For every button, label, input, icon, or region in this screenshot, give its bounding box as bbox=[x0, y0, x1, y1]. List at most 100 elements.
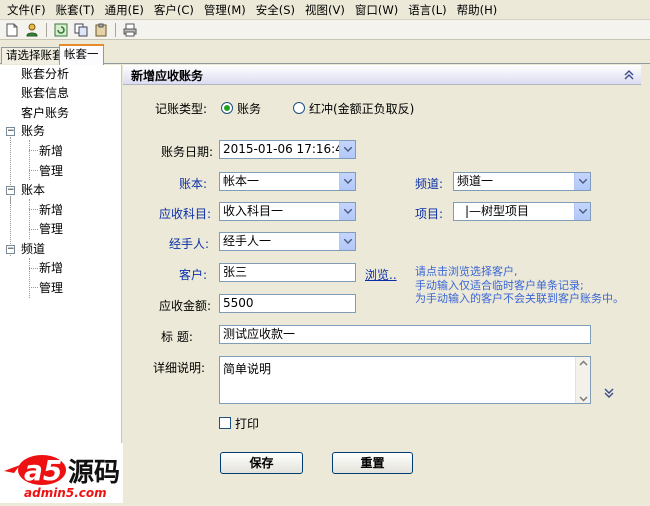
menu-manage[interactable]: 管理(M) bbox=[201, 2, 253, 18]
handler-select[interactable]: 经手人一 bbox=[219, 232, 356, 251]
customer-hint-1: 请点击浏览选择客户, bbox=[415, 265, 518, 278]
subject-value: 收入科目一 bbox=[223, 204, 284, 218]
browse-link[interactable]: 浏览.. bbox=[365, 266, 397, 283]
tab-bar: 请选择账套 帐套一 bbox=[0, 40, 650, 65]
tree-line bbox=[29, 229, 38, 230]
tree-item-accounts-manage[interactable]: 管理 bbox=[39, 162, 63, 180]
copy-icon[interactable] bbox=[73, 22, 89, 38]
tree-item-customer-accounts[interactable]: 客户账务 bbox=[21, 104, 69, 122]
dropdown-arrow-icon[interactable] bbox=[339, 233, 355, 250]
tree-item-account-analysis[interactable]: 账套分析 bbox=[21, 65, 69, 83]
project-value: |—树型项目 bbox=[465, 204, 530, 218]
svg-text:源码: 源码 bbox=[68, 458, 120, 488]
tree-line bbox=[29, 209, 38, 210]
tree-item-ledgers-new[interactable]: 新增 bbox=[39, 201, 63, 219]
print-label[interactable]: 打印 bbox=[235, 415, 259, 432]
menu-security[interactable]: 安全(S) bbox=[253, 2, 302, 18]
detail-label: 详细说明: bbox=[153, 361, 206, 375]
menu-customer[interactable]: 客户(C) bbox=[151, 2, 201, 18]
subject-label: 应收科目: bbox=[159, 207, 212, 221]
menu-file[interactable]: 文件(F) bbox=[4, 2, 53, 18]
menu-language[interactable]: 语言(L) bbox=[405, 2, 453, 18]
refresh-icon[interactable] bbox=[53, 22, 69, 38]
handler-label: 经手人: bbox=[169, 237, 210, 251]
collapse-icon[interactable]: − bbox=[6, 245, 15, 254]
dropdown-arrow-icon[interactable] bbox=[339, 141, 355, 158]
tree-item-account-info[interactable]: 账套信息 bbox=[21, 84, 69, 102]
book-value: 帐本一 bbox=[223, 174, 260, 188]
form-panel: 新增应收账务 记账类型: 账务 红冲(金额正负取反) 账务日期: 2015-01… bbox=[123, 65, 641, 503]
tree-item-accounts-new[interactable]: 新增 bbox=[39, 142, 63, 160]
subject-select[interactable]: 收入科目一 bbox=[219, 202, 356, 221]
expand-down-icon[interactable] bbox=[603, 387, 615, 399]
dropdown-arrow-icon[interactable] bbox=[574, 203, 590, 220]
detail-textarea[interactable]: 简单说明 bbox=[219, 356, 591, 404]
amount-input[interactable]: 5500 bbox=[219, 294, 356, 313]
textarea-scrollbar[interactable] bbox=[575, 357, 590, 403]
channel-value: 频道一 bbox=[457, 174, 494, 188]
tree-group-ledgers[interactable]: 账本 bbox=[21, 181, 45, 199]
dropdown-arrow-icon[interactable] bbox=[339, 173, 355, 190]
channel-label: 频道: bbox=[415, 177, 444, 191]
print-icon[interactable] bbox=[122, 22, 138, 38]
amount-label: 应收金额: bbox=[159, 299, 212, 313]
book-label: 账本: bbox=[179, 177, 208, 191]
customer-label: 客户: bbox=[179, 268, 208, 282]
paste-icon[interactable] bbox=[93, 22, 109, 38]
date-picker[interactable]: 2015-01-06 17:16:44 bbox=[219, 140, 356, 159]
menu-view[interactable]: 视图(V) bbox=[302, 2, 352, 18]
svg-text:a5: a5 bbox=[24, 454, 62, 487]
user-icon[interactable] bbox=[24, 22, 40, 38]
project-label: 项目: bbox=[415, 207, 444, 221]
project-select[interactable]: |—树型项目 bbox=[453, 202, 591, 221]
panel-header: 新增应收账务 bbox=[123, 65, 641, 85]
save-button[interactable]: 保存 bbox=[220, 452, 303, 474]
menu-account-set[interactable]: 账套(T) bbox=[53, 2, 102, 18]
title-label: 标 题: bbox=[161, 330, 193, 344]
handler-value: 经手人一 bbox=[223, 234, 272, 248]
toolbar bbox=[0, 20, 650, 40]
detail-value: 简单说明 bbox=[223, 362, 272, 376]
tree-group-accounts[interactable]: 账务 bbox=[21, 122, 45, 140]
toolbar-separator bbox=[46, 22, 47, 37]
svg-text:admin5.com: admin5.com bbox=[24, 486, 107, 500]
tree-item-ledgers-manage[interactable]: 管理 bbox=[39, 220, 63, 238]
tree-item-channels-manage[interactable]: 管理 bbox=[39, 279, 63, 297]
tree-line bbox=[29, 199, 30, 239]
tree-line bbox=[29, 140, 30, 180]
menu-bar: 文件(F) 账套(T) 通用(E) 客户(C) 管理(M) 安全(S) 视图(V… bbox=[0, 0, 650, 20]
customer-input[interactable]: 张三 bbox=[219, 263, 356, 282]
book-select[interactable]: 帐本一 bbox=[219, 172, 356, 191]
tree-item-channels-new[interactable]: 新增 bbox=[39, 259, 63, 277]
dropdown-arrow-icon[interactable] bbox=[574, 173, 590, 190]
tab-account-set-one[interactable]: 帐套一 bbox=[59, 44, 104, 65]
tree-line bbox=[29, 258, 30, 298]
channel-select[interactable]: 频道一 bbox=[453, 172, 591, 191]
tree-line bbox=[29, 170, 38, 171]
menu-help[interactable]: 帮助(H) bbox=[454, 2, 505, 18]
panel-title: 新增应收账务 bbox=[131, 69, 204, 83]
right-edge bbox=[641, 65, 650, 503]
radio-account[interactable] bbox=[221, 102, 233, 114]
radio-account-label[interactable]: 账务 bbox=[237, 100, 261, 117]
tree-group-channels[interactable]: 频道 bbox=[21, 240, 45, 258]
dropdown-arrow-icon[interactable] bbox=[339, 203, 355, 220]
print-checkbox[interactable] bbox=[219, 417, 231, 429]
tree-line bbox=[29, 268, 38, 269]
date-label: 账务日期: bbox=[161, 145, 214, 159]
reset-button[interactable]: 重置 bbox=[332, 452, 413, 474]
menu-window[interactable]: 窗口(W) bbox=[352, 2, 405, 18]
radio-reversal[interactable] bbox=[293, 102, 305, 114]
new-document-icon[interactable] bbox=[4, 22, 20, 38]
menu-general[interactable]: 通用(E) bbox=[102, 2, 151, 18]
collapse-up-icon[interactable] bbox=[623, 69, 635, 81]
record-type-label: 记账类型: bbox=[155, 102, 208, 116]
title-input[interactable]: 测试应收款一 bbox=[219, 325, 591, 344]
radio-reversal-label[interactable]: 红冲(金额正负取反) bbox=[309, 100, 414, 117]
date-value: 2015-01-06 17:16:44 bbox=[223, 142, 351, 156]
tree-line bbox=[29, 287, 38, 288]
tree-line bbox=[29, 150, 38, 151]
collapse-icon[interactable]: − bbox=[6, 186, 15, 195]
customer-hint-3: 为手动输入的客户不会关联到客户账务中。 bbox=[415, 292, 624, 305]
collapse-icon[interactable]: − bbox=[6, 127, 15, 136]
